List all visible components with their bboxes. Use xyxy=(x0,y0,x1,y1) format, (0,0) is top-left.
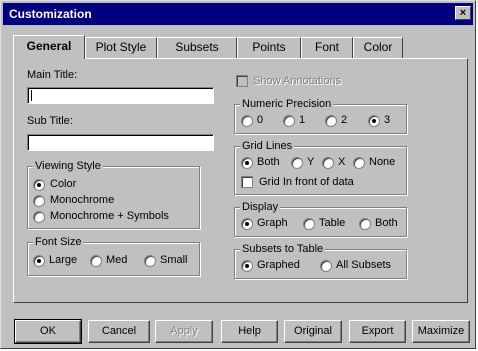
viewing-style-monochrome-label: Monochrome xyxy=(50,194,115,206)
grid-x-radio[interactable] xyxy=(322,157,334,169)
tab-points-label: Points xyxy=(252,40,286,54)
display-graph-radio[interactable] xyxy=(241,218,253,230)
grid-in-front-label: Grid In front of data xyxy=(259,176,354,188)
font-size-med-radio[interactable] xyxy=(90,255,102,267)
text-caret xyxy=(31,90,32,101)
tab-subsets[interactable]: Subsets xyxy=(157,37,237,58)
viewing-style-monochrome-symbols-radio[interactable] xyxy=(33,211,45,223)
ok-button-label: OK xyxy=(40,325,56,337)
grid-both-label: Both xyxy=(257,156,280,168)
close-icon: × xyxy=(459,7,467,19)
font-size-med-label: Med xyxy=(106,254,128,266)
customization-dialog: Customization × General Plot Style Subse… xyxy=(0,0,476,349)
tab-points[interactable]: Points xyxy=(237,37,301,58)
help-button-label: Help xyxy=(238,325,261,337)
precision-2-label: 2 xyxy=(341,114,348,126)
tab-font-label: Font xyxy=(314,40,339,54)
font-size-small-radio[interactable] xyxy=(144,255,156,267)
tab-general[interactable]: General xyxy=(13,35,85,59)
sub-title-field[interactable] xyxy=(27,134,214,151)
display-both-label: Both xyxy=(375,217,398,229)
ok-button[interactable]: OK xyxy=(14,319,82,344)
display-table-label: Table xyxy=(319,217,346,229)
show-annotations-label: Show Annotations xyxy=(253,75,342,87)
subsets-to-table-group: Subsets to Table Graphed All Subsets xyxy=(234,243,407,279)
numeric-precision-legend: Numeric Precision xyxy=(240,98,334,110)
grid-x-label: X xyxy=(338,156,346,168)
main-title-field[interactable] xyxy=(27,87,214,104)
precision-3-label: 3 xyxy=(384,114,391,126)
export-button-label: Export xyxy=(361,325,394,337)
tab-plot-style-label: Plot Style xyxy=(95,40,147,54)
precision-3-radio[interactable] xyxy=(368,115,380,127)
grid-none-radio[interactable] xyxy=(353,157,365,169)
tab-subsets-label: Subsets xyxy=(175,40,219,54)
tab-color[interactable]: Color xyxy=(353,37,403,58)
grid-y-radio[interactable] xyxy=(291,157,303,169)
grid-both-radio[interactable] xyxy=(241,157,253,169)
original-button[interactable]: Original xyxy=(284,320,342,343)
grid-y-label: Y xyxy=(307,156,315,168)
tab-font[interactable]: Font xyxy=(301,37,353,58)
maximize-button-label: Maximize xyxy=(417,325,465,337)
precision-0-label: 0 xyxy=(257,114,264,126)
title-bar[interactable]: Customization × xyxy=(3,3,473,25)
numeric-precision-group: Numeric Precision 0 1 2 3 xyxy=(234,98,407,134)
cancel-button-label: Cancel xyxy=(101,325,137,337)
viewing-style-color-radio[interactable] xyxy=(33,179,45,191)
show-annotations-checkbox[interactable] xyxy=(236,75,248,87)
display-graph-label: Graph xyxy=(257,217,288,229)
font-size-legend: Font Size xyxy=(33,236,84,248)
tab-general-label: General xyxy=(26,39,72,53)
font-size-large-label: Large xyxy=(49,254,78,266)
original-button-label: Original xyxy=(294,325,332,337)
main-title-input[interactable] xyxy=(28,88,213,103)
subsets-graphed-label: Graphed xyxy=(257,259,300,271)
general-tab-panel: Main Title: Sub Title: Viewing Style Col… xyxy=(13,58,468,303)
help-button[interactable]: Help xyxy=(221,320,278,343)
apply-button-label: Apply xyxy=(170,325,198,337)
precision-1-radio[interactable] xyxy=(283,115,295,127)
font-size-group: Font Size Large Med Small xyxy=(27,236,200,276)
subsets-all-label: All Subsets xyxy=(336,259,392,271)
viewing-style-monochrome-radio[interactable] xyxy=(33,195,45,207)
font-size-small-label: Small xyxy=(160,254,188,266)
subsets-to-table-legend: Subsets to Table xyxy=(240,243,326,255)
font-size-large-radio[interactable] xyxy=(33,255,45,267)
precision-0-radio[interactable] xyxy=(241,115,253,127)
display-legend: Display xyxy=(240,201,281,213)
tab-plot-style[interactable]: Plot Style xyxy=(85,37,157,58)
viewing-style-monochrome-symbols-label: Monochrome + Symbols xyxy=(50,210,169,222)
display-table-radio[interactable] xyxy=(303,218,315,230)
display-both-radio[interactable] xyxy=(359,218,371,230)
main-title-label: Main Title: xyxy=(27,69,78,81)
grid-lines-group: Grid Lines Both Y X None Grid In front o… xyxy=(234,140,407,195)
precision-2-radio[interactable] xyxy=(325,115,337,127)
maximize-button[interactable]: Maximize xyxy=(412,320,470,343)
sub-title-input[interactable] xyxy=(28,135,213,150)
sub-title-label: Sub Title: xyxy=(27,115,73,127)
cancel-button[interactable]: Cancel xyxy=(88,320,150,343)
grid-in-front-checkbox[interactable] xyxy=(241,176,253,188)
close-button[interactable]: × xyxy=(455,6,471,20)
viewing-style-legend: Viewing Style xyxy=(33,160,103,172)
grid-none-label: None xyxy=(369,156,396,168)
display-group: Display Graph Table Both xyxy=(234,201,407,237)
window-title: Customization xyxy=(9,7,92,21)
tab-color-label: Color xyxy=(363,40,393,54)
grid-lines-legend: Grid Lines xyxy=(240,140,295,152)
export-button[interactable]: Export xyxy=(349,320,406,343)
subsets-all-radio[interactable] xyxy=(320,260,332,272)
precision-1-label: 1 xyxy=(299,114,306,126)
subsets-graphed-radio[interactable] xyxy=(241,260,253,272)
viewing-style-color-label: Color xyxy=(50,178,77,190)
apply-button[interactable]: Apply xyxy=(155,320,213,343)
viewing-style-group: Viewing Style Color Monochrome Monochrom… xyxy=(27,160,200,229)
